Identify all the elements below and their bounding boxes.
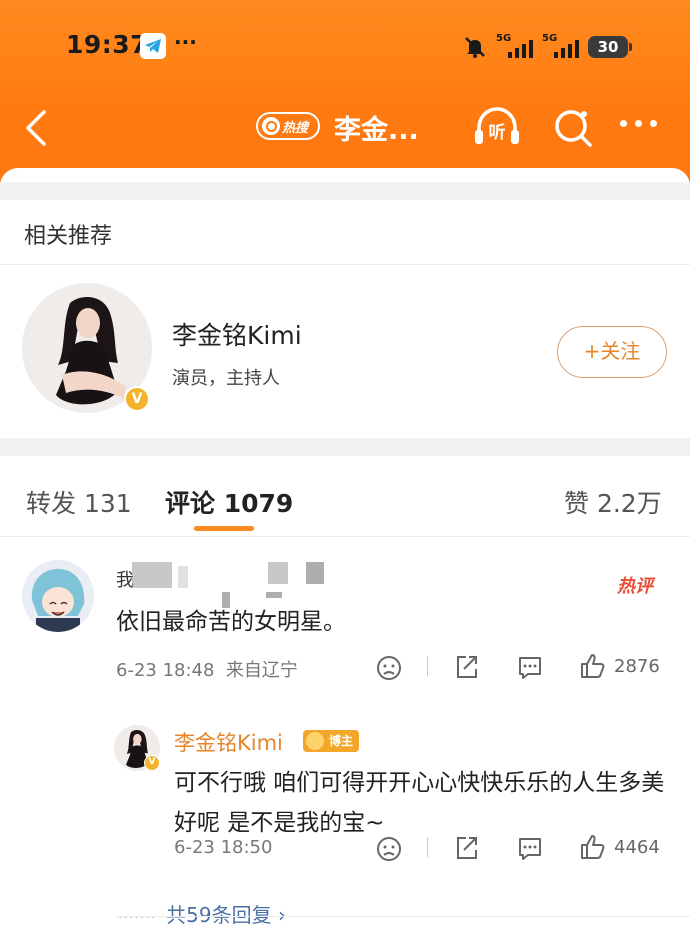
- redacted-name-block: [268, 562, 288, 584]
- hot-comment-badge: 热评: [617, 576, 653, 597]
- hot-search-label: 热搜: [282, 120, 309, 136]
- redacted-name-block: [132, 562, 172, 588]
- comment-text: 依旧最命苦的女明星。: [116, 609, 346, 635]
- section-title: 相关推荐: [24, 224, 113, 249]
- nav-bar: 热搜 李金... 听: [0, 100, 690, 156]
- share-icon[interactable]: [454, 831, 480, 863]
- action-separator: [427, 656, 428, 676]
- signal-5g-icon: 5G: [496, 34, 534, 60]
- hot-search-badge[interactable]: 热搜: [256, 112, 320, 140]
- follow-button[interactable]: +关注: [557, 326, 667, 378]
- content-sheet: 相关推荐 V 李金铭Kimi 演员，主持人 +关注 转发 131 评论 1079…: [0, 168, 690, 945]
- status-bar: 19:37 ··· 5G 5G 30: [0, 28, 690, 68]
- back-icon[interactable]: [22, 108, 52, 148]
- listen-label: 听: [489, 122, 506, 143]
- recommended-user-desc: 演员，主持人: [172, 368, 280, 389]
- verified-badge-icon: V: [124, 386, 150, 412]
- battery-icon: 30: [588, 36, 632, 58]
- thumbs-up-icon: [581, 835, 605, 859]
- like-action[interactable]: 4464: [578, 831, 660, 863]
- tab-bar: 转发 131 评论 1079 赞 2.2万: [0, 456, 690, 536]
- reply-username[interactable]: 李金铭Kimi: [174, 727, 283, 757]
- section-gap: [0, 438, 690, 456]
- thumbs-up-icon: [581, 654, 605, 678]
- like-count: 4464: [614, 836, 660, 858]
- share-icon[interactable]: [454, 650, 480, 682]
- more-replies-label: 共59条回复 ›: [166, 903, 286, 927]
- hot-search-icon: [262, 117, 280, 135]
- dislike-icon[interactable]: [375, 831, 403, 863]
- reply-verified-badge-icon: V: [144, 755, 160, 771]
- redacted-name-block: [306, 562, 324, 584]
- commenter-avatar-art: [22, 560, 94, 632]
- active-tab-indicator: [194, 526, 254, 531]
- tab-comment[interactable]: 评论 1079: [165, 484, 293, 520]
- status-time: 19:37: [66, 30, 149, 59]
- telegram-icon: [140, 33, 166, 59]
- search-icon[interactable]: [552, 106, 594, 148]
- reply-icon[interactable]: [516, 831, 544, 863]
- status-right-icons: 5G 5G 30: [462, 32, 632, 62]
- recommended-user-name[interactable]: 李金铭Kimi: [172, 316, 302, 352]
- like-action[interactable]: 2876: [578, 650, 660, 682]
- mute-bell-icon: [465, 37, 485, 58]
- more-replies-link[interactable]: ······· 共59条回复 ›: [118, 899, 286, 928]
- tab-repost[interactable]: 转发 131: [26, 484, 132, 520]
- status-more-dots: ···: [174, 30, 197, 54]
- like-count: 2876: [614, 655, 660, 677]
- redacted-name-block: [178, 566, 188, 588]
- redacted-name-block: [266, 592, 282, 598]
- more-replies-leader: ·······: [118, 910, 157, 926]
- comment-actions: 2876: [0, 650, 690, 682]
- page-title: 李金...: [334, 115, 419, 146]
- divider: [0, 264, 690, 265]
- author-badge-label: 博主: [329, 734, 354, 748]
- author-badge: 博主: [303, 730, 359, 752]
- listen-icon[interactable]: 听: [472, 104, 522, 150]
- commenter-avatar[interactable]: [22, 560, 94, 632]
- author-badge-icon: [306, 732, 324, 750]
- divider: [0, 536, 690, 537]
- reply-icon[interactable]: [516, 650, 544, 682]
- signal-5g-icon-2: 5G: [542, 34, 580, 60]
- more-icon[interactable]: [620, 120, 657, 127]
- top-gap: [0, 182, 690, 200]
- reply-actions: 4464: [0, 831, 690, 863]
- divider: [116, 916, 690, 917]
- action-separator: [427, 837, 428, 857]
- dislike-icon[interactable]: [375, 650, 403, 682]
- tab-likes[interactable]: 赞 2.2万: [564, 484, 662, 520]
- header-bar: 19:37 ··· 5G 5G 30 热搜 李金... 听: [0, 0, 690, 190]
